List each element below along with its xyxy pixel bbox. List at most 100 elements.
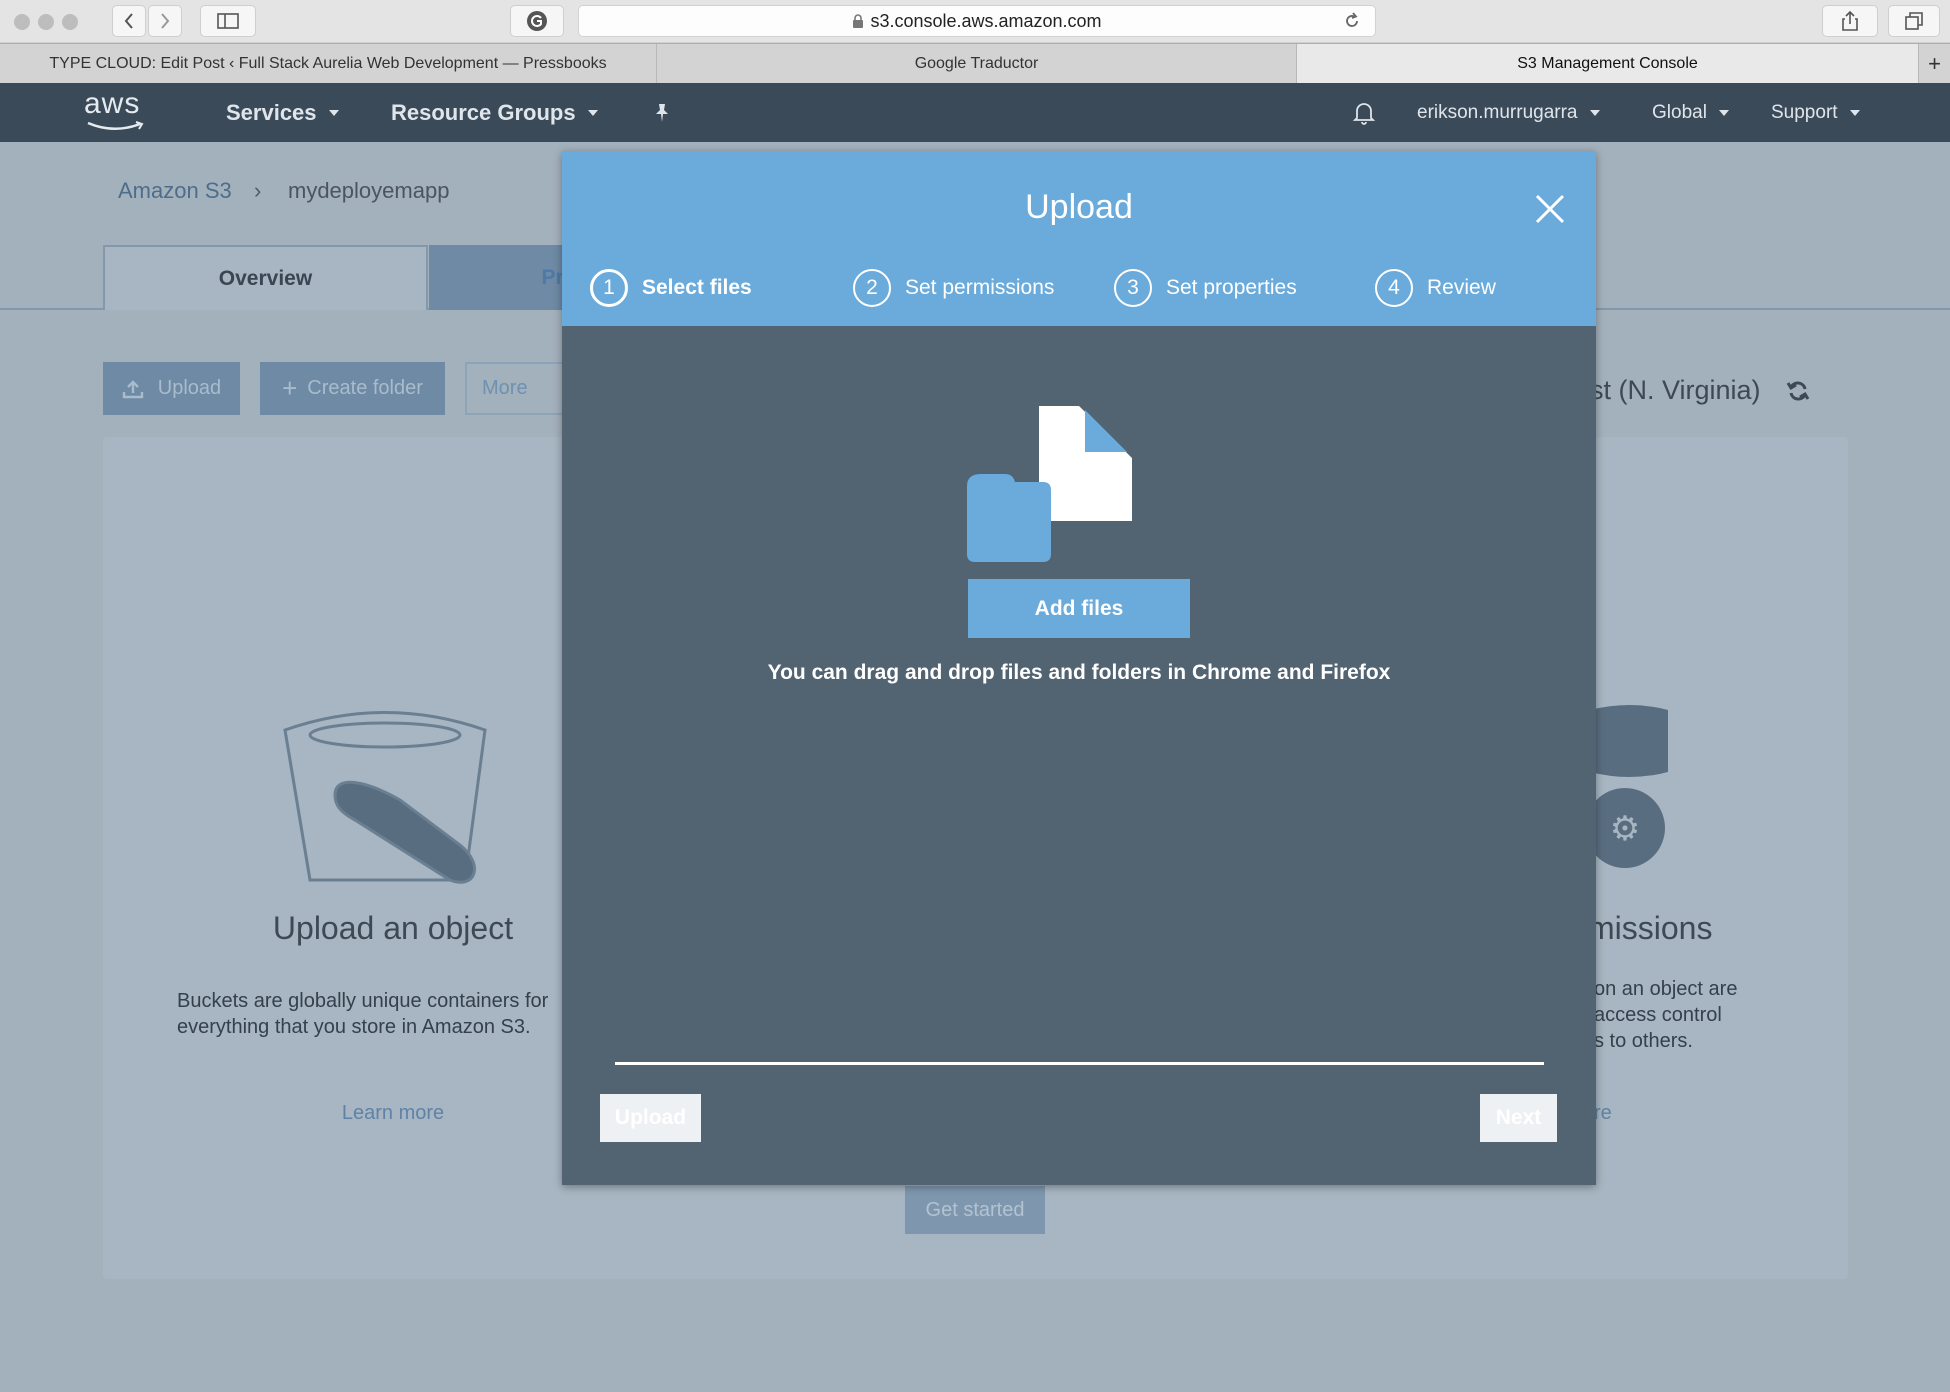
caret-down-icon bbox=[1718, 109, 1729, 116]
more-button[interactable]: More bbox=[465, 362, 565, 415]
bucket-illustration-icon bbox=[283, 711, 487, 884]
user-label: erikson.murrugarra bbox=[1417, 101, 1578, 123]
tab-overview-label: Overview bbox=[218, 266, 313, 290]
create-folder-button[interactable]: + Create folder bbox=[260, 362, 445, 415]
step-set-properties[interactable]: 3 Set properties bbox=[1114, 267, 1297, 309]
chevron-left-icon bbox=[124, 13, 133, 29]
step-label: Set properties bbox=[1166, 276, 1297, 299]
reload-icon[interactable] bbox=[1343, 12, 1361, 30]
upload-button-bg[interactable]: Upload bbox=[103, 362, 240, 415]
browser-tab-label: S3 Management Console bbox=[1517, 54, 1698, 72]
tabs-overview-button[interactable] bbox=[1888, 5, 1940, 37]
card-right-desc-3: s to others. bbox=[1594, 1030, 1693, 1052]
card-left-desc-2: everything that you store in Amazon S3. bbox=[177, 1016, 531, 1038]
grammarly-icon bbox=[527, 11, 547, 31]
pin-button[interactable] bbox=[652, 83, 672, 142]
drag-drop-hint: You can drag and drop files and folders … bbox=[767, 661, 1391, 684]
breadcrumb-separator: › bbox=[254, 178, 262, 203]
modal-title: Upload bbox=[1025, 188, 1133, 226]
modal-upload-button[interactable]: Upload bbox=[600, 1094, 701, 1142]
plus-icon: + bbox=[1928, 50, 1941, 76]
close-button[interactable] bbox=[1532, 191, 1568, 227]
region-display: st (N. Virginia) bbox=[1590, 375, 1761, 405]
step-number: 4 bbox=[1375, 269, 1413, 307]
step-number: 2 bbox=[853, 269, 891, 307]
aws-smile-icon bbox=[87, 121, 144, 130]
bell-icon bbox=[1352, 102, 1376, 125]
step-set-permissions[interactable]: 2 Set permissions bbox=[853, 267, 1054, 309]
window-zoom-button[interactable] bbox=[62, 14, 78, 30]
permissions-illustration-icon: ⚙ bbox=[1590, 705, 1668, 868]
card-left-desc-1: Buckets are globally unique containers f… bbox=[177, 990, 549, 1012]
tabs-icon bbox=[1905, 12, 1923, 30]
aws-top-nav: aws Services Resource Groups erikson.mur… bbox=[0, 83, 1950, 142]
modal-header: Upload 1 Select files 2 Set permissions … bbox=[562, 151, 1596, 326]
caret-down-icon bbox=[587, 109, 598, 116]
address-text: s3.console.aws.amazon.com bbox=[870, 10, 1102, 31]
window-minimize-button[interactable] bbox=[38, 14, 54, 30]
chevron-right-icon bbox=[161, 13, 170, 29]
browser-tab-label: TYPE CLOUD: Edit Post ‹ Full Stack Aurel… bbox=[49, 54, 607, 72]
aws-logo-text: aws bbox=[84, 87, 141, 120]
svg-text:⚙: ⚙ bbox=[1610, 809, 1640, 849]
pin-icon bbox=[656, 103, 668, 122]
files-folder-icon bbox=[967, 406, 1132, 562]
caret-down-icon bbox=[328, 109, 339, 116]
region-menu[interactable]: Global bbox=[1652, 83, 1729, 142]
modal-next-button[interactable]: Next bbox=[1480, 1094, 1557, 1142]
step-number: 3 bbox=[1114, 269, 1152, 307]
address-bar[interactable]: s3.console.aws.amazon.com bbox=[578, 5, 1376, 37]
tab-overview[interactable]: Overview bbox=[103, 245, 428, 310]
new-tab-button[interactable]: + bbox=[1919, 44, 1950, 83]
plus-icon: + bbox=[282, 373, 298, 403]
notifications-button[interactable] bbox=[1352, 83, 1376, 142]
more-label: More bbox=[482, 377, 528, 399]
refresh-icon[interactable] bbox=[1786, 379, 1810, 403]
resource-groups-label: Resource Groups bbox=[391, 99, 576, 125]
modal-divider bbox=[615, 1062, 1544, 1065]
region-label: Global bbox=[1652, 101, 1707, 123]
browser-tab-traductor[interactable]: Google Traductor bbox=[657, 44, 1297, 83]
card-right-title: missions bbox=[1588, 910, 1713, 946]
resource-groups-menu[interactable]: Resource Groups bbox=[391, 83, 598, 142]
get-started-button[interactable]: Get started bbox=[905, 1186, 1045, 1234]
browser-tab-bar: TYPE CLOUD: Edit Post ‹ Full Stack Aurel… bbox=[0, 44, 1950, 83]
card-right-desc-2: access control bbox=[1594, 1004, 1722, 1026]
share-icon bbox=[1842, 10, 1858, 31]
window-close-button[interactable] bbox=[14, 14, 30, 30]
close-icon bbox=[1535, 194, 1565, 224]
create-folder-label: Create folder bbox=[307, 377, 423, 399]
support-label: Support bbox=[1771, 101, 1838, 123]
support-menu[interactable]: Support bbox=[1771, 83, 1860, 142]
sidebar-toggle-button[interactable] bbox=[200, 5, 256, 37]
services-label: Services bbox=[226, 99, 317, 125]
breadcrumb-bucket: mydeployemapp bbox=[288, 178, 450, 203]
add-files-button[interactable]: Add files bbox=[968, 579, 1190, 638]
get-started-label: Get started bbox=[925, 1198, 1025, 1221]
extension-button[interactable] bbox=[510, 5, 564, 37]
caret-down-icon bbox=[1589, 109, 1600, 116]
step-number: 1 bbox=[590, 269, 628, 307]
step-label: Set permissions bbox=[905, 276, 1055, 299]
upload-button-label: Upload bbox=[157, 377, 222, 399]
step-select-files[interactable]: 1 Select files bbox=[590, 267, 752, 309]
breadcrumb-amazon-s3[interactable]: Amazon S3 bbox=[118, 178, 232, 204]
lock-icon bbox=[853, 14, 864, 28]
share-button[interactable] bbox=[1822, 5, 1878, 37]
services-menu[interactable]: Services bbox=[226, 83, 339, 142]
upload-modal: Upload 1 Select files 2 Set permissions … bbox=[562, 151, 1596, 1185]
browser-tab-label: Google Traductor bbox=[914, 54, 1039, 72]
step-label: Select files bbox=[642, 276, 752, 299]
step-review[interactable]: 4 Review bbox=[1375, 267, 1496, 309]
back-button[interactable] bbox=[112, 5, 146, 37]
browser-toolbar: s3.console.aws.amazon.com bbox=[0, 0, 1950, 43]
card-right-learn-more[interactable]: re bbox=[1594, 1102, 1612, 1125]
card-right-desc-1: on an object are bbox=[1594, 978, 1738, 1000]
browser-tab-pressbooks[interactable]: TYPE CLOUD: Edit Post ‹ Full Stack Aurel… bbox=[0, 44, 657, 83]
sidebar-icon bbox=[217, 13, 239, 29]
aws-logo[interactable]: aws bbox=[84, 89, 150, 135]
browser-tab-s3[interactable]: S3 Management Console bbox=[1297, 44, 1919, 83]
upload-icon bbox=[122, 379, 143, 398]
user-menu[interactable]: erikson.murrugarra bbox=[1417, 83, 1600, 142]
forward-button[interactable] bbox=[148, 5, 182, 37]
